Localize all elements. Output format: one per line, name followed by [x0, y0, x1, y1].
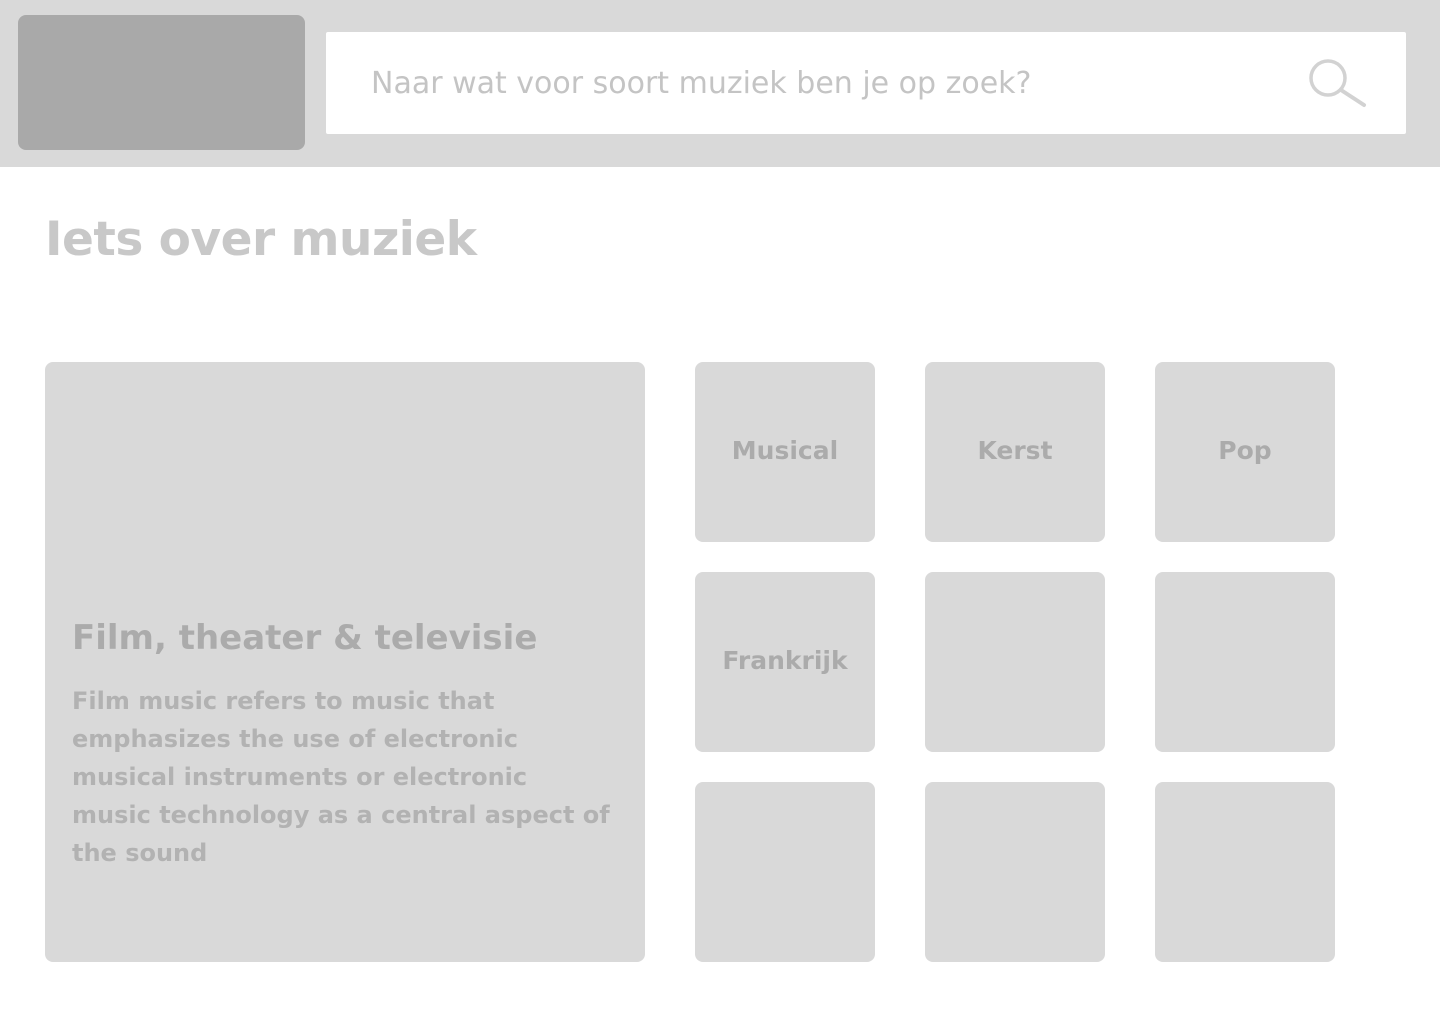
genre-tile-frankrijk[interactable]: Frankrijk [695, 572, 875, 752]
logo-placeholder[interactable] [18, 15, 305, 150]
feature-title: Film, theater & televisie [72, 618, 538, 658]
header [0, 0, 1440, 167]
genre-tile-label: Musical [731, 435, 839, 465]
page-title: Iets over muziek [45, 212, 477, 267]
search-icon[interactable] [1306, 58, 1368, 110]
feature-description: Film music refers to music that emphasiz… [72, 687, 610, 867]
genre-tile-empty[interactable] [925, 572, 1105, 752]
genre-tile-label: Pop [1218, 435, 1272, 465]
genre-tile-empty[interactable] [695, 782, 875, 962]
search-bar [326, 32, 1406, 134]
feature-card-film[interactable]: Film, theater & televisie Film music ref… [45, 362, 645, 962]
genre-tile-label: Frankrijk [722, 645, 848, 675]
genre-tile-empty[interactable] [1155, 782, 1335, 962]
genre-tile-kerst[interactable]: Kerst [925, 362, 1105, 542]
genre-tile-empty[interactable] [925, 782, 1105, 962]
genre-tile-empty[interactable] [1155, 572, 1335, 752]
genre-tile-pop[interactable]: Pop [1155, 362, 1335, 542]
search-input[interactable] [326, 32, 1286, 134]
genre-tile-label: Kerst [977, 435, 1053, 465]
genre-tile-musical[interactable]: Musical [695, 362, 875, 542]
